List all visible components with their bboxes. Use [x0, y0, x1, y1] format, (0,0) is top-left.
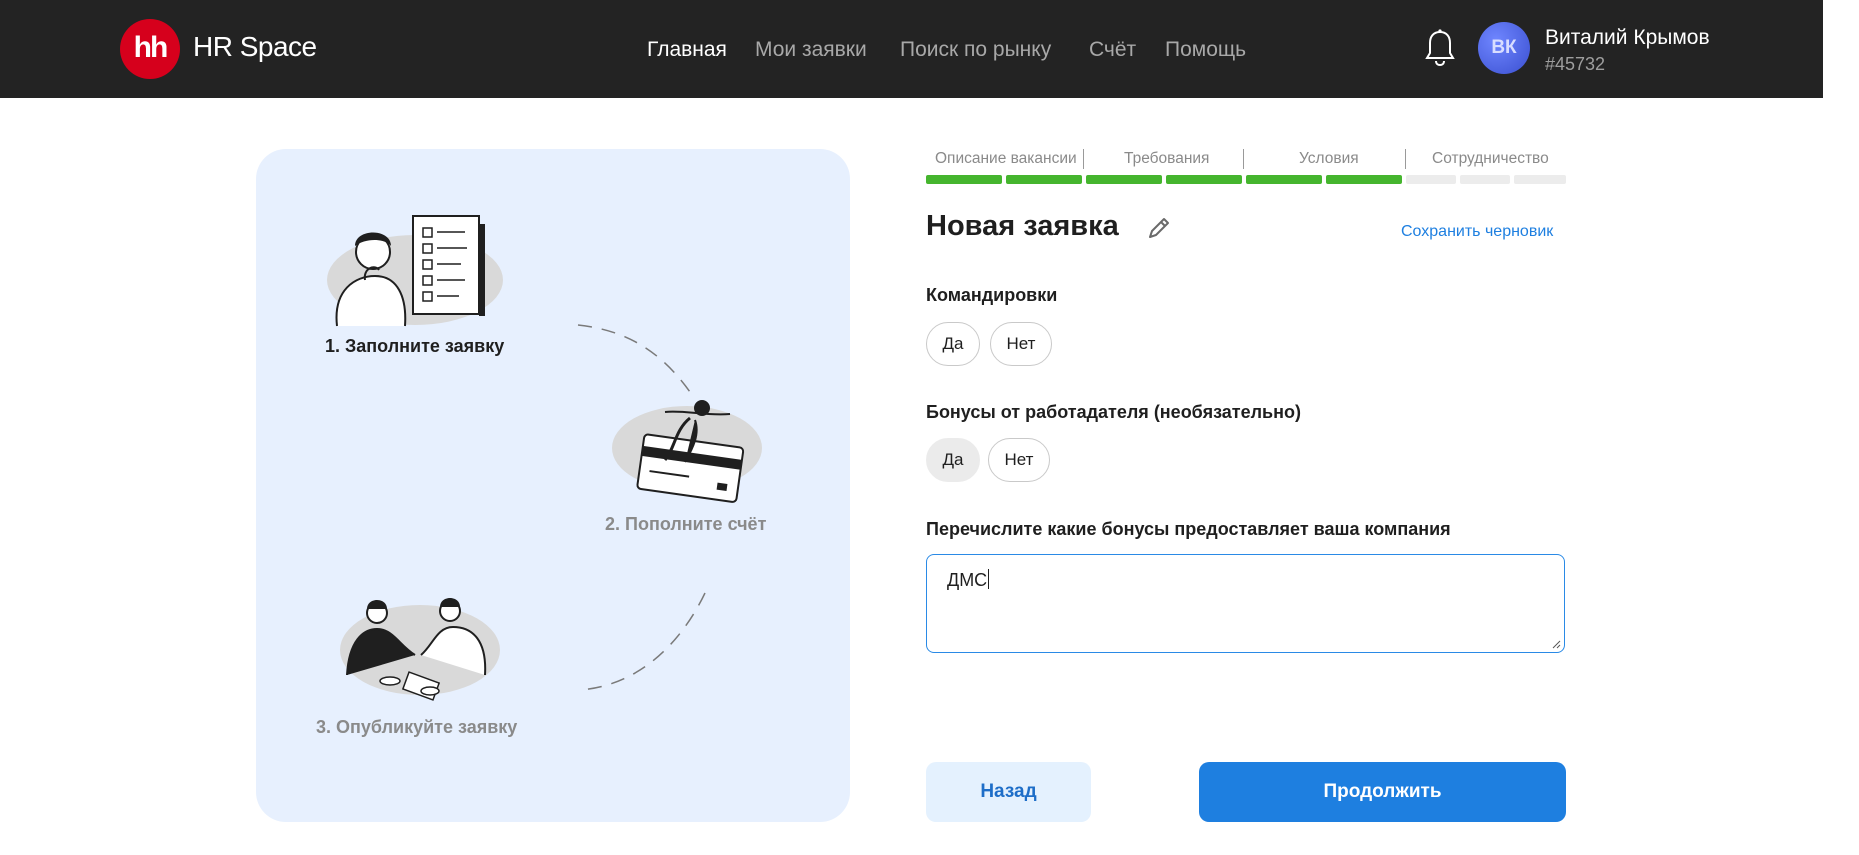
- page-title: Новая заявка: [926, 210, 1119, 242]
- business-trips-yes-chip[interactable]: Да: [926, 322, 980, 366]
- fill-form-illustration: [327, 215, 503, 327]
- bonus-list-label: Перечислите какие бонусы предоставляет в…: [926, 519, 1451, 539]
- business-trips-label: Командировки: [926, 285, 1058, 305]
- nav-item-home[interactable]: Главная: [647, 38, 727, 62]
- hh-logo[interactable]: hh: [120, 19, 180, 79]
- user-id: #45732: [1545, 54, 1606, 74]
- top-up-illustration: [612, 400, 762, 503]
- text-caret: [988, 569, 990, 589]
- bonus-list-value: ДМС: [947, 570, 988, 590]
- progress-step-requirements: Требования: [1124, 150, 1210, 167]
- dashed-connector: [577, 324, 691, 393]
- top-navigation-bar: hh HR Space Главная Мои заявки Поиск по …: [0, 0, 1823, 98]
- step-3-label: 3. Опубликуйте заявку: [316, 717, 518, 737]
- progress-segment: [1326, 175, 1402, 184]
- step-1-label: 1. Заполните заявку: [325, 336, 505, 356]
- progress-segment: [1406, 175, 1456, 184]
- progress-segment: [1006, 175, 1082, 184]
- bonuses-yes-chip[interactable]: Да: [926, 438, 980, 482]
- pencil-icon[interactable]: [1145, 214, 1173, 242]
- progress-step-cooperation: Сотрудничество: [1432, 150, 1549, 167]
- user-name: Виталий Крымов: [1545, 26, 1710, 49]
- progress-step-description: Описание вакансии: [935, 150, 1077, 167]
- continue-button[interactable]: Продолжить: [1199, 762, 1566, 822]
- business-trips-no-chip[interactable]: Нет: [990, 322, 1052, 366]
- progress-divider: [1083, 149, 1084, 169]
- nav-item-help[interactable]: Помощь: [1165, 38, 1246, 62]
- avatar[interactable]: ВК: [1478, 22, 1530, 74]
- progress-segment: [1460, 175, 1510, 184]
- bonus-list-textarea[interactable]: ДМС: [926, 554, 1565, 653]
- nav-item-my-requests[interactable]: Мои заявки: [755, 38, 867, 62]
- progress-divider: [1405, 149, 1406, 169]
- dashed-connector: [579, 592, 706, 691]
- resize-handle-icon[interactable]: [1551, 639, 1561, 649]
- bonuses-no-chip[interactable]: Нет: [988, 438, 1050, 482]
- progress-segment: [926, 175, 1002, 184]
- nav-item-market-search[interactable]: Поиск по рынку: [900, 38, 1051, 62]
- bell-icon[interactable]: [1424, 28, 1456, 68]
- progress-segment: [1166, 175, 1242, 184]
- progress-divider: [1243, 149, 1244, 169]
- save-draft-link[interactable]: Сохранить черновик: [1401, 223, 1553, 241]
- progress-step-conditions: Условия: [1299, 150, 1359, 167]
- progress-segment: [1246, 175, 1322, 184]
- step-2-label: 2. Пополните счёт: [605, 514, 767, 534]
- publish-illustration: [340, 598, 500, 701]
- back-button[interactable]: Назад: [926, 762, 1091, 822]
- progress-segment: [1086, 175, 1162, 184]
- nav-item-account[interactable]: Счёт: [1089, 38, 1136, 62]
- bonuses-label: Бонусы от работадателя (необязательно): [926, 402, 1301, 422]
- progress-segment: [1514, 175, 1566, 184]
- brand-name: HR Space: [193, 31, 317, 62]
